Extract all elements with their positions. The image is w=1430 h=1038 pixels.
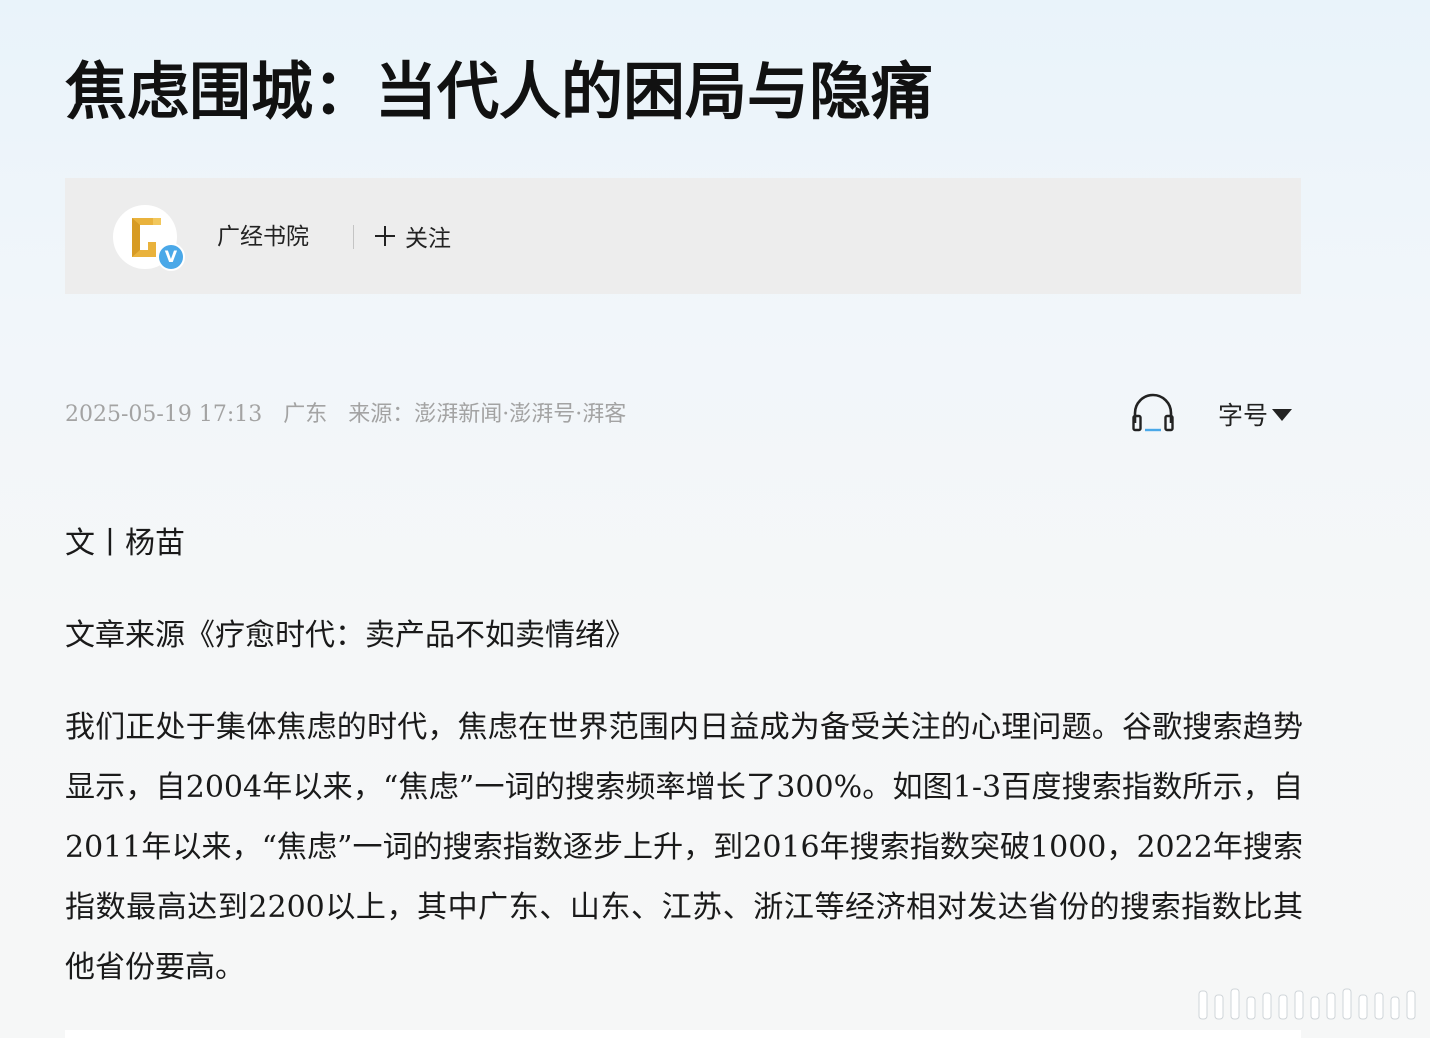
- caret-down-icon: [1272, 409, 1293, 421]
- headphone-icon[interactable]: [1131, 393, 1175, 433]
- content-bottom-edge: [65, 1030, 1301, 1038]
- plus-icon: [375, 226, 395, 246]
- author-card: V 广经书院 关注: [65, 178, 1301, 294]
- article-byline: 文丨杨苗: [65, 526, 185, 561]
- publish-datetime: 2025-05-19 17:13: [65, 402, 263, 427]
- article-paragraph: 我们正处于集体焦虑的时代，焦虑在世界范围内日益成为备受关注的心理问题。谷歌搜索趋…: [65, 710, 1303, 985]
- article-source-line: 文章来源《疗愈时代：卖产品不如卖情绪》: [65, 618, 635, 653]
- publish-location: 广东: [283, 402, 328, 427]
- watermark-icon: [1198, 988, 1416, 1020]
- article-title: 焦虑围城：当代人的困局与隐痛: [65, 55, 934, 128]
- article-source: 来源：澎湃新闻·澎湃号·湃客: [348, 402, 627, 427]
- font-size-label: 字号: [1218, 401, 1269, 430]
- author-name[interactable]: 广经书院: [217, 220, 309, 254]
- article-meta: 2025-05-19 17:13 广东 来源：澎湃新闻·澎湃号·湃客: [65, 398, 640, 432]
- author-divider: [353, 225, 354, 249]
- verified-badge: V: [157, 243, 185, 271]
- follow-label: 关注: [405, 226, 451, 252]
- follow-button[interactable]: 关注: [375, 218, 451, 254]
- font-size-button[interactable]: 字号: [1218, 396, 1293, 432]
